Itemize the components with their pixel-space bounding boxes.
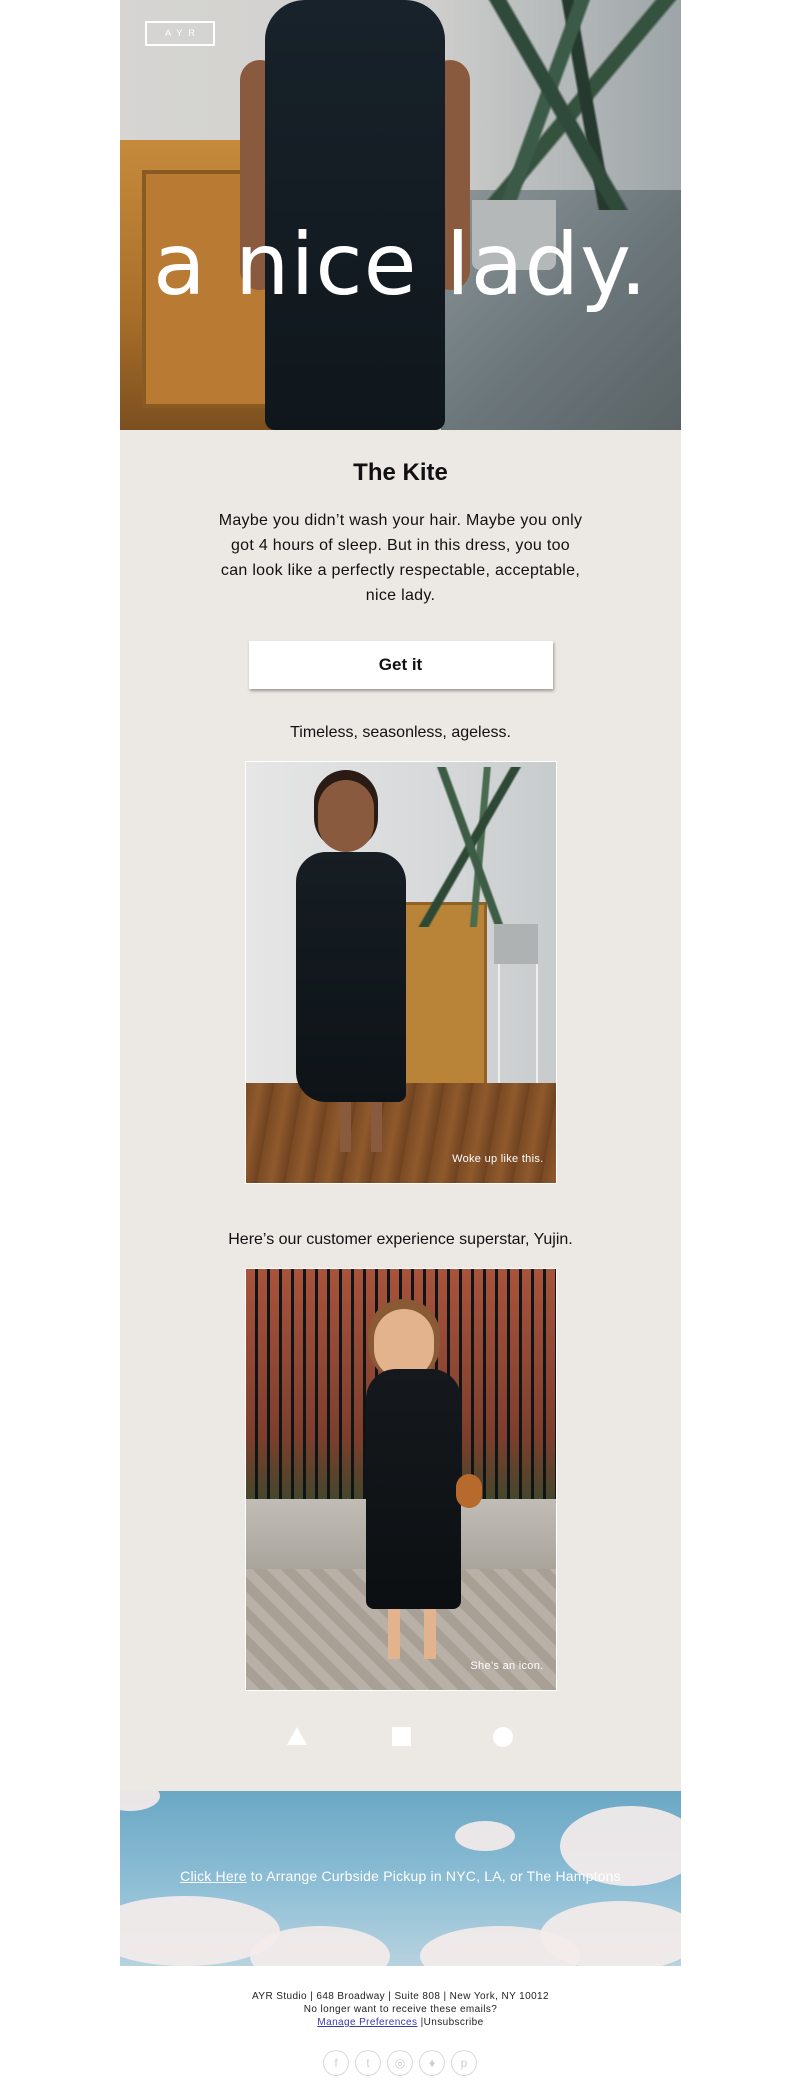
tumblr-icon[interactable]: t (355, 2050, 381, 2076)
photo-2-person-legs (375, 1609, 456, 1659)
pickup-cta-text: to Arrange Curbside Pickup in NYC, LA, o… (246, 1868, 621, 1884)
footer-address: AYR Studio | 648 Broadway | Suite 808 | … (252, 1991, 549, 2002)
customer-photo[interactable]: She’s an icon. (244, 1268, 557, 1691)
email-footer: AYR Studio | 648 Broadway | Suite 808 | … (120, 1990, 681, 2029)
product-intro: Maybe you didn’t wash your hair. Maybe y… (218, 512, 583, 604)
cloud (120, 1791, 160, 1811)
facebook-icon[interactable]: f (323, 2050, 349, 2076)
get-it-button[interactable]: Get it (248, 641, 553, 689)
pickup-cta-line: Click Here to Arrange Curbside Pickup in… (120, 1868, 681, 1884)
photo-2-bag (455, 1474, 482, 1508)
photo-1-plant (395, 767, 556, 927)
photo-1-model-legs (333, 1102, 394, 1152)
hero-headline: a nice lady. (152, 215, 649, 315)
customer-superstar-text: Here’s our customer experience superstar… (228, 1231, 573, 1248)
instagram-icon[interactable]: ◎ (387, 2050, 413, 2076)
pinterest-icon[interactable]: p (451, 2050, 477, 2076)
hero-banner[interactable]: AYR a nice lady. (120, 0, 681, 430)
product-title: The Kite (353, 459, 448, 486)
cloud (455, 1821, 515, 1851)
footer-links: Manage Preferences |Unsubscribe (120, 2016, 681, 2029)
photo-1-plant-pot (493, 924, 538, 964)
photo-1-dress (295, 852, 406, 1102)
photo-1-model-head (317, 780, 374, 852)
product-section: The Kite Maybe you didn’t wash your hair… (120, 430, 681, 1791)
footer-unsubscribe-prompt: No longer want to receive these emails? (303, 2004, 498, 2015)
unsubscribe-link[interactable]: Unsubscribe (424, 2017, 484, 2028)
click-here-link[interactable]: Click Here (180, 1868, 247, 1884)
photo-1-caption: Woke up like this. (452, 1153, 544, 1165)
manage-preferences-link[interactable]: Manage Preferences (317, 2017, 417, 2028)
cloud (540, 1901, 681, 1966)
square-icon (392, 1727, 411, 1746)
brand-shapes (120, 1691, 681, 1791)
brand-logo[interactable]: AYR (145, 21, 215, 46)
social-icons: f t ◎ ♦ p (0, 2050, 800, 2078)
twitter-icon[interactable]: ♦ (419, 2050, 445, 2076)
email-body: AYR a nice lady. The Kite Maybe you didn… (120, 0, 681, 1966)
circle-icon (493, 1727, 513, 1747)
hero-plant (450, 0, 681, 210)
photo-2-dress (365, 1369, 461, 1609)
triangle-icon (287, 1727, 307, 1745)
product-photo-1[interactable]: Woke up like this. (244, 761, 557, 1184)
photo-2-caption: She’s an icon. (470, 1660, 544, 1672)
product-tagline: Timeless, seasonless, ageless. (290, 724, 511, 741)
curbside-pickup-banner[interactable]: Click Here to Arrange Curbside Pickup in… (120, 1791, 681, 1966)
